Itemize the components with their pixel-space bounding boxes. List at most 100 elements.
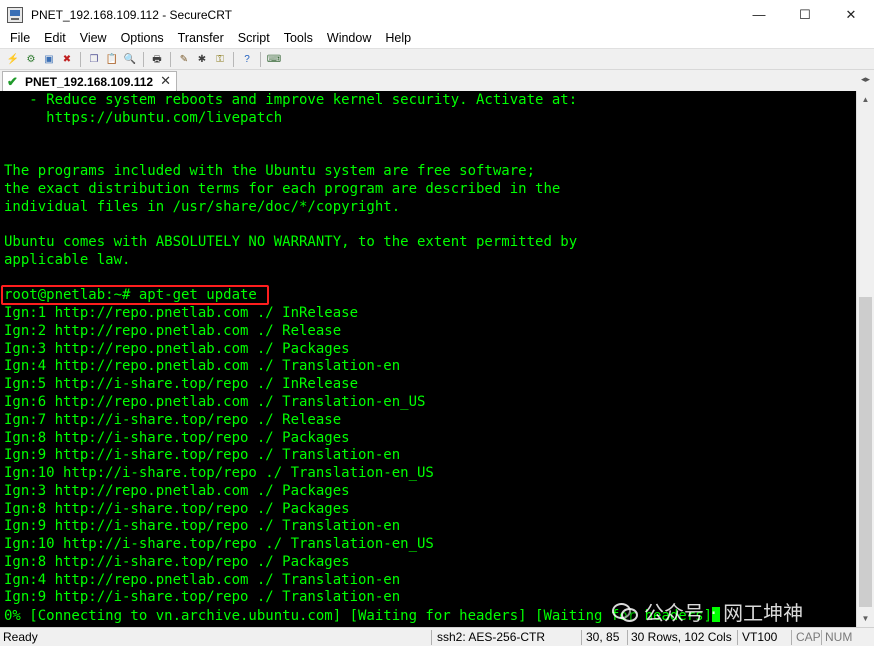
- key-button[interactable]: ⚿: [213, 52, 228, 67]
- status-divider: [737, 630, 738, 645]
- terminal-output: - Reduce system reboots and improve kern…: [4, 92, 721, 625]
- window-controls: — ☐ ✕: [736, 0, 874, 29]
- terminal-line-text: Ign:10 http://i-share.top/repo ./ Transl…: [4, 465, 434, 482]
- disconnect-icon: ✖: [62, 53, 72, 65]
- connect-tab-button[interactable]: ▣: [42, 52, 57, 67]
- maximize-button[interactable]: ☐: [782, 0, 828, 29]
- securecrt-app-icon: [7, 6, 23, 23]
- find-button[interactable]: 🔍: [123, 52, 138, 67]
- session-options-icon: ✎: [179, 53, 189, 65]
- toolbar-separator: [143, 51, 144, 67]
- window-title: PNET_192.168.109.112 - SecureCRT: [31, 7, 233, 22]
- terminal-line-text: Ign:8 http://i-share.top/repo ./ Package…: [4, 429, 350, 446]
- terminal-line: Ign:2 http://repo.pnetlab.com ./ Release: [4, 323, 720, 341]
- connect-icon: ⚡: [6, 53, 20, 65]
- scrollbar-thumb[interactable]: [859, 297, 872, 607]
- status-ready: Ready: [3, 630, 38, 644]
- menu-file[interactable]: File: [3, 29, 37, 48]
- watermark: 公众号 · 网工坤神: [612, 597, 803, 625]
- menu-script[interactable]: Script: [231, 29, 277, 48]
- disconnect-button[interactable]: ✖: [60, 52, 75, 67]
- terminal-line: Ign:10 http://i-share.top/repo ./ Transl…: [4, 465, 720, 483]
- terminal-scrollbar[interactable]: ▲ ▼: [856, 91, 874, 627]
- session-options-button[interactable]: ✎: [177, 52, 192, 67]
- keymap-button[interactable]: ⌨: [267, 52, 282, 67]
- terminal-line-text: Ign:3 http://repo.pnetlab.com ./ Package…: [4, 340, 350, 357]
- terminal-line: Ign:1 http://repo.pnetlab.com ./ InRelea…: [4, 305, 720, 323]
- terminal-line-text: Ign:2 http://repo.pnetlab.com ./ Release: [4, 322, 342, 339]
- menu-options[interactable]: Options: [114, 29, 171, 48]
- help-button[interactable]: ?: [240, 52, 255, 67]
- menu-edit[interactable]: Edit: [37, 29, 73, 48]
- connect-tab-icon: ▣: [44, 53, 54, 65]
- terminal-line-text: applicable law.: [4, 251, 131, 268]
- menu-view[interactable]: View: [73, 29, 114, 48]
- terminal-area[interactable]: - Reduce system reboots and improve kern…: [0, 91, 856, 627]
- terminal-line-text: Ign:9 http://i-share.top/repo ./ Transla…: [4, 518, 401, 535]
- status-bar: Ready ssh2: AES-256-CTR 30, 85 30 Rows, …: [0, 627, 874, 646]
- menu-help[interactable]: Help: [378, 29, 418, 48]
- toolbar-separator: [80, 51, 81, 67]
- terminal-line-text: Ign:4 http://repo.pnetlab.com ./ Transla…: [4, 358, 401, 375]
- terminal-line-text: 0% [Connecting to vn.archive.ubuntu.com]…: [4, 608, 713, 625]
- scroll-up-arrow-icon[interactable]: ▲: [857, 91, 874, 108]
- toolbar-separator: [170, 51, 171, 67]
- status-divider: [431, 630, 432, 645]
- help-icon: ?: [244, 53, 250, 65]
- terminal-line-text: Ign:5 http://i-share.top/repo ./ InRelea…: [4, 376, 359, 393]
- print-icon: 🖶: [152, 53, 162, 65]
- menu-transfer[interactable]: Transfer: [171, 29, 231, 48]
- print-button[interactable]: 🖶: [150, 52, 165, 67]
- connect-button[interactable]: ⚡: [6, 52, 21, 67]
- terminal-line: Ign:9 http://i-share.top/repo ./ Transla…: [4, 447, 720, 465]
- terminal-line-text: the exact distribution terms for each pr…: [4, 180, 561, 197]
- status-divider: [821, 630, 822, 645]
- minimize-button[interactable]: —: [736, 0, 782, 29]
- global-options-icon: ✱: [197, 53, 207, 65]
- paste-button[interactable]: 📋: [105, 52, 120, 67]
- terminal-line: Ign:10 http://i-share.top/repo ./ Transl…: [4, 536, 720, 554]
- connected-check-icon: ✔: [7, 73, 18, 89]
- watermark-text: 公众号 · 网工坤神: [644, 600, 804, 625]
- tab-scroll-arrows-icon[interactable]: ◂▸: [861, 74, 870, 85]
- terminal-line: Ign:8 http://i-share.top/repo ./ Package…: [4, 501, 720, 519]
- terminal-line: Ubuntu comes with ABSOLUTELY NO WARRANTY…: [4, 234, 720, 252]
- global-options-button[interactable]: ✱: [195, 52, 210, 67]
- status-caps-lock: CAP: [796, 630, 821, 644]
- terminal-line-text: Ign:1 http://repo.pnetlab.com ./ InRelea…: [4, 305, 359, 322]
- terminal-line-text: Ign:4 http://repo.pnetlab.com ./ Transla…: [4, 571, 401, 588]
- terminal-line-text: Ign:6 http://repo.pnetlab.com ./ Transla…: [4, 394, 426, 411]
- terminal-line: Ign:8 http://i-share.top/repo ./ Package…: [4, 554, 720, 572]
- terminal-line: Ign:4 http://repo.pnetlab.com ./ Transla…: [4, 358, 720, 376]
- terminal-line-text: Ubuntu comes with ABSOLUTELY NO WARRANTY…: [4, 234, 578, 251]
- key-icon: ⚿: [216, 53, 224, 65]
- terminal-line-text: Ign:8 http://i-share.top/repo ./ Package…: [4, 553, 350, 570]
- toolbar-separator: [233, 51, 234, 67]
- copy-icon: ❐: [89, 53, 99, 65]
- menu-window[interactable]: Window: [320, 29, 378, 48]
- status-terminal-size: 30 Rows, 102 Cols: [631, 630, 732, 644]
- copy-button[interactable]: ❐: [87, 52, 102, 67]
- scroll-down-arrow-icon[interactable]: ▼: [857, 610, 874, 627]
- toolbar: ⚡ ⚙ ▣ ✖ ❐ 📋 🔍 🖶 ✎ ✱ ⚿? ⌨: [0, 48, 874, 70]
- quick-connect-button[interactable]: ⚙: [24, 52, 39, 67]
- terminal-line-text: Ign:3 http://repo.pnetlab.com ./ Package…: [4, 482, 350, 499]
- status-cursor-position: 30, 85: [586, 630, 620, 644]
- menu-tools[interactable]: Tools: [277, 29, 320, 48]
- wechat-icon: [612, 601, 638, 622]
- terminal-line: Ign:4 http://repo.pnetlab.com ./ Transla…: [4, 572, 720, 590]
- tab-close-icon[interactable]: ✕: [160, 74, 171, 88]
- command-highlight-box: [1, 285, 269, 305]
- close-button[interactable]: ✕: [828, 0, 874, 29]
- quick-connect-icon: ⚙: [26, 53, 36, 65]
- terminal-line: - Reduce system reboots and improve kern…: [4, 92, 720, 110]
- session-tab[interactable]: ✔ PNET_192.168.109.112 ✕: [2, 71, 177, 91]
- terminal-line: Ign:9 http://i-share.top/repo ./ Transla…: [4, 518, 720, 536]
- toolbar-separator: [260, 51, 261, 67]
- menu-bar: File Edit View Options Transfer Script T…: [0, 29, 874, 48]
- terminal-line: Ign:8 http://i-share.top/repo ./ Package…: [4, 430, 720, 448]
- status-divider: [627, 630, 628, 645]
